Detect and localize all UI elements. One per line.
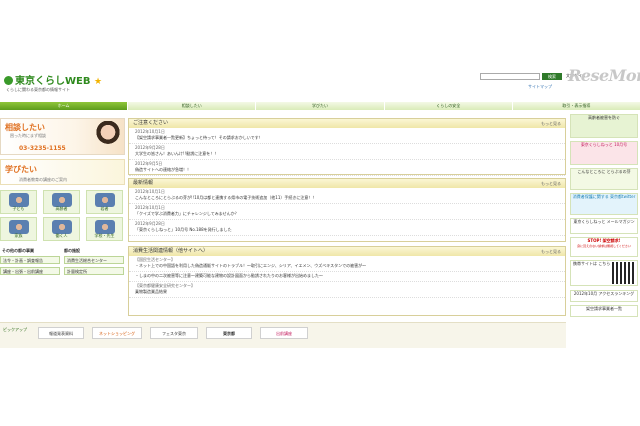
twitter-banner[interactable]: 消費者保護に関する 東京都twitter [570, 193, 638, 215]
notice-more-link[interactable]: もっと見る [541, 119, 561, 128]
kurashinet-banner[interactable]: 東京くらしねっと 10月号 [570, 141, 638, 165]
list-item[interactable]: ・しまの中の二次被害等に注意～建築可能な建物の設計図面から勧誘されたりのお客様が… [129, 272, 565, 282]
qr-code-icon [612, 262, 636, 284]
list-item[interactable]: 2012年9月5日 偽造サイトへの連絡が急増！！ [129, 160, 565, 176]
link-metrology[interactable]: 計量検定所 [64, 267, 124, 275]
pickup-netshop[interactable]: ネットショッピング [92, 327, 142, 339]
news-panel: 最新情報 もっと見る 2012年10月1日 こんなところにとらぶるの芽が!!10月は… [128, 178, 566, 242]
consult-sub: 困った時にまず相談 [10, 133, 46, 138]
list-item[interactable]: 2012年10月1日 こんなところにとらぶるの芽が!!10月は都と連携する県市の電… [129, 188, 565, 204]
link-center[interactable]: 消費生活総合センター [64, 256, 124, 264]
nav-learn[interactable]: 学びたい [256, 102, 384, 110]
related-panel: 消費生活関連情報（他サイトへ） もっと見る 【国民生活センター】 ・ネット上での中国… [128, 246, 566, 316]
fraud-list-banner[interactable]: 架空請求事業者一覧 [570, 305, 638, 317]
consult-banner[interactable]: 相談したい 困った時にまず相談 03-3235-1155 [0, 118, 125, 155]
news-more-link[interactable]: もっと見る [541, 179, 561, 188]
ranking-banner[interactable]: 2012年10月 アクセスランキング [570, 290, 638, 302]
tile-photo [9, 220, 29, 234]
tile-photo [9, 193, 29, 207]
consult-tel: 03-3235-1155 [19, 145, 66, 152]
pickup-press[interactable]: 報道発表資料 [38, 327, 84, 339]
related-heading: 消費生活関連情報（他サイトへ） もっと見る [129, 247, 565, 256]
notice-panel: ご注意ください もっと見る 2012年10月1日 【架空請求事業者一覧更新】ちょっと… [128, 118, 566, 176]
sitemap-link[interactable]: サイトマップ [528, 84, 552, 90]
list-item[interactable]: 【国民生活センター】 ・ネット上での中国語を利用した偽造通販サイトのトラブル！～取… [129, 256, 565, 272]
notice-heading: ご注意ください もっと見る [129, 119, 565, 128]
tile-family[interactable]: 家族 [0, 217, 37, 241]
list-item[interactable]: 2012年10月1日 「クイズで学ぶ消費者力」にチャレンジしてみませんか？ [129, 204, 565, 220]
watermark-logo: ReseMom [568, 66, 640, 85]
nav-guidance[interactable]: 取引・表示指導 [512, 102, 640, 110]
tile-youth[interactable]: 若者 [86, 190, 123, 214]
link-laws[interactable]: 法令・計画・調査報告 [0, 256, 60, 264]
tile-workers[interactable]: 働く人 [43, 217, 80, 241]
tile-photo [95, 220, 115, 234]
tile-photo [52, 220, 72, 234]
list-item[interactable]: 2012年9月28日 大学生の皆さん！あいんけ!!勧誘に注意を！！ [129, 144, 565, 160]
main-nav: ホーム 相談したい 学びたい くらしの安全 取引・表示指導 [0, 102, 640, 110]
pickup-tokyo[interactable]: 東京都 [206, 327, 252, 339]
pickup-demae[interactable]: 出前講座 [260, 327, 308, 339]
news-heading: 最新情報 もっと見る [129, 179, 565, 188]
link-courses[interactable]: 講座・出張・出前講座 [0, 267, 60, 275]
header: 東京くらしWEB ★ くらしに関わる東京都の情報サイト 検索 文字サイズ サイト… [0, 70, 640, 100]
tile-elderly[interactable]: 高齢者 [43, 190, 80, 214]
star-icon: ★ [93, 77, 103, 87]
projects-heading: その他の都の事業 [2, 248, 34, 253]
pickup-bar: ピックアップ 報道発表資料 ネットショッピング フェスタ東京 東京都 出前講座 [0, 322, 566, 348]
pickup-label: ピックアップ [3, 327, 27, 332]
related-more-link[interactable]: もっと見る [541, 247, 561, 256]
pickup-festa[interactable]: フェスタ東京 [150, 327, 198, 339]
learn-banner[interactable]: 学びたい 消費者教育の講座のご案内 [0, 159, 125, 185]
tile-photo [52, 193, 72, 207]
tile-children[interactable]: 子ども [0, 190, 37, 214]
list-item[interactable]: 2012年10月1日 【架空請求事業者一覧更新】ちょっと待って！その請求おかしいで… [129, 128, 565, 144]
consult-title: 相談したい [5, 123, 45, 132]
search-input[interactable] [480, 73, 540, 80]
tile-school[interactable]: 学校・先生 [86, 217, 123, 241]
tagline: くらしに関わる東京都の情報サイト [6, 87, 70, 92]
search-button[interactable]: 検索 [542, 73, 562, 80]
trouble-banner[interactable]: こんなところに とらぶるの芽 [570, 168, 638, 190]
mailmag-banner[interactable]: 東京くらしねっと メールマガジン [570, 218, 638, 234]
nav-consult[interactable]: 相談したい [128, 102, 256, 110]
page-root: 東京くらしWEB ★ くらしに関わる東京都の情報サイト 検索 文字サイズ サイト… [0, 70, 640, 370]
tree-icon [4, 76, 13, 85]
learn-title: 学びたい [5, 165, 37, 174]
stop-fraud-banner[interactable]: STOP! 架空請求! 身に覚えのない請求は無視してください [570, 237, 638, 257]
list-item[interactable]: 【東京都健康安全研究センター】 乗物製造業品結果 [129, 282, 565, 298]
woman-photo [96, 121, 120, 153]
nav-safety[interactable]: くらしの安全 [384, 102, 512, 110]
audience-tiles: 子ども 高齢者 若者 家族 働く人 学校・先生 [0, 190, 125, 242]
elderly-banner[interactable]: 高齢者被害を防ぐ [570, 114, 638, 138]
nav-home[interactable]: ホーム [0, 102, 128, 110]
site-logo[interactable]: 東京くらしWEB ★ [4, 72, 102, 87]
list-item[interactable]: 2012年9月28日 「東京くらしねっと」10月号 No.188を発行しました [129, 220, 565, 236]
tile-photo [95, 193, 115, 207]
facilities-heading: 都の施設 [64, 248, 80, 253]
learn-sub: 消費者教育の講座のご案内 [19, 177, 67, 182]
